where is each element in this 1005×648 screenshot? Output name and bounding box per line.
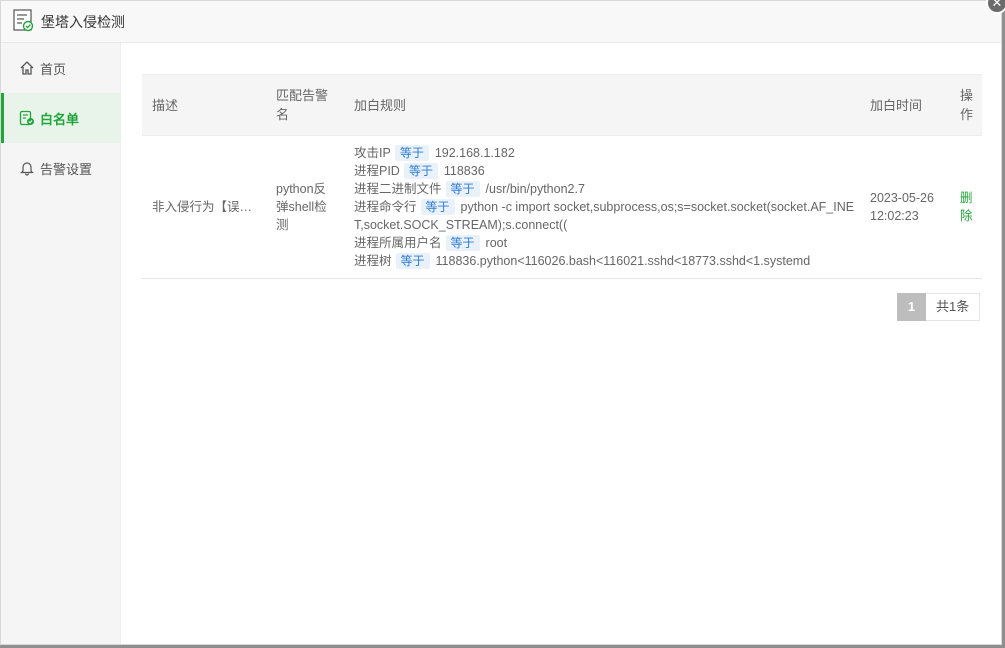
pagination: 1 共1条 bbox=[897, 293, 981, 321]
rule-operator-tag: 等于 bbox=[445, 181, 480, 197]
rule-value: 118836 bbox=[443, 164, 485, 178]
dialog-window: 堡塔入侵检测 首页 白名单 告警设置 描述 匹配告警名 加白规则 加白时间 操作… bbox=[0, 0, 1002, 645]
row-time: 2023-05-26 12:02:23 bbox=[859, 135, 946, 279]
sidebar-item-label: 告警设置 bbox=[40, 161, 93, 177]
title-bar: 堡塔入侵检测 bbox=[1, 1, 1001, 43]
sidebar-item-alert-settings[interactable]: 告警设置 bbox=[1, 143, 120, 193]
sidebar-item-label: 首页 bbox=[40, 61, 67, 77]
delete-button[interactable]: 删除 bbox=[960, 189, 974, 225]
bell-icon bbox=[19, 160, 35, 176]
app-logo-icon bbox=[13, 9, 35, 33]
table-header-row: 描述 匹配告警名 加白规则 加白时间 操作 bbox=[142, 74, 982, 136]
rule-key: 进程树 bbox=[354, 254, 392, 268]
rule-value: 118836.python<116026.bash<116021.sshd<18… bbox=[435, 254, 811, 268]
whitelist-table: 描述 匹配告警名 加白规则 加白时间 操作 非入侵行为【误报】 python反弹… bbox=[142, 74, 982, 279]
rule-value: /usr/bin/python2.7 bbox=[485, 182, 585, 196]
rule-operator-tag: 等于 bbox=[394, 145, 429, 161]
column-header-action: 操作 bbox=[946, 74, 982, 136]
rule-line: 进程树 等于 118836.python<116026.bash<116021.ss… bbox=[354, 252, 859, 270]
rule-value: 192.168.1.182 bbox=[434, 146, 515, 160]
rule-key: 进程所属用户名 bbox=[354, 236, 442, 250]
column-header-rule: 加白规则 bbox=[338, 74, 859, 136]
row-rules: 攻击IP 等于 192.168.1.182 进程PID 等于 118836 进程二进制文… bbox=[338, 135, 859, 279]
rule-value: root bbox=[485, 236, 508, 250]
rule-line: 进程PID 等于 118836 bbox=[354, 162, 859, 180]
pagination-total: 共1条 bbox=[926, 293, 981, 321]
rule-operator-tag: 等于 bbox=[420, 199, 455, 215]
column-header-time: 加白时间 bbox=[859, 74, 946, 136]
rule-key: 攻击IP bbox=[354, 146, 391, 160]
sidebar-item-label: 白名单 bbox=[40, 111, 80, 127]
column-header-desc: 描述 bbox=[142, 74, 266, 136]
rule-line: 进程所属用户名 等于 root bbox=[354, 234, 859, 252]
table-row: 非入侵行为【误报】 python反弹shell检测 攻击IP 等于 192.168.… bbox=[142, 135, 982, 279]
column-header-match: 匹配告警名 bbox=[266, 74, 338, 136]
whitelist-icon bbox=[19, 110, 35, 126]
rule-operator-tag: 等于 bbox=[445, 235, 480, 251]
row-alert-name: python反弹shell检测 bbox=[266, 135, 338, 279]
rule-key: 进程PID bbox=[354, 164, 400, 178]
rule-operator-tag: 等于 bbox=[403, 163, 438, 179]
rule-key: 进程命令行 bbox=[354, 200, 417, 214]
rule-line: 进程二进制文件 等于/usr/bin/python2.7 bbox=[354, 180, 859, 198]
sidebar-item-whitelist[interactable]: 白名单 bbox=[1, 93, 120, 143]
home-icon bbox=[19, 60, 35, 76]
rule-key: 进程二进制文件 bbox=[354, 182, 442, 196]
sidebar-item-home[interactable]: 首页 bbox=[1, 43, 120, 93]
window-title: 堡塔入侵检测 bbox=[41, 14, 125, 30]
rule-line: 进程命令行 等于 python -c import socket,subproces… bbox=[354, 198, 859, 234]
sidebar: 首页 白名单 告警设置 bbox=[1, 43, 121, 644]
rule-operator-tag: 等于 bbox=[395, 253, 430, 269]
rule-line: 攻击IP 等于 192.168.1.182 bbox=[354, 144, 859, 162]
page-number-current[interactable]: 1 bbox=[897, 293, 926, 321]
whitelist-panel: 描述 匹配告警名 加白规则 加白时间 操作 非入侵行为【误报】 python反弹… bbox=[142, 74, 982, 279]
close-icon: ✕ bbox=[991, 0, 1003, 10]
row-description: 非入侵行为【误报】 bbox=[152, 200, 256, 214]
